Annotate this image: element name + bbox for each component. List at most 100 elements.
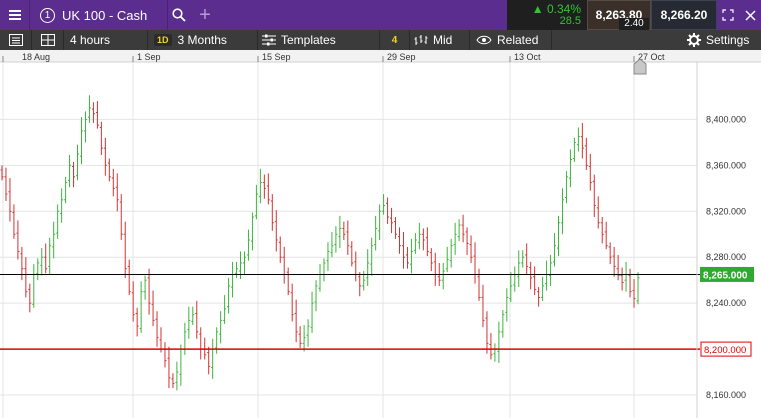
ohlc-bar — [429, 248, 433, 272]
ohlc-bar — [501, 310, 505, 338]
expand-icon — [722, 9, 734, 21]
ohlc-bar — [223, 295, 227, 324]
ohlc-bar — [346, 220, 350, 255]
ohlc-bars-icon — [414, 34, 428, 46]
close-icon — [744, 9, 756, 21]
expand-button[interactable] — [717, 0, 739, 30]
plus-icon: + — [199, 3, 211, 26]
ohlc-bar — [163, 342, 167, 368]
ohlc-bar — [326, 242, 330, 272]
ohlc-bar — [604, 221, 608, 250]
ohlc-bar — [409, 238, 413, 274]
add-instrument-button[interactable]: + — [190, 0, 220, 30]
ohlc-bar — [481, 284, 485, 328]
chart-grid — [0, 62, 697, 418]
ohlc-bar — [155, 311, 159, 347]
ohlc-bar — [199, 327, 203, 360]
interval-selector[interactable]: 4 hours — [64, 30, 148, 50]
ohlc-bar — [628, 268, 632, 298]
ohlc-bar — [485, 311, 489, 354]
price-axis: 8,400.000 8,360.000 8,320.000 8,280.000 8,24… — [696, 62, 746, 418]
menu-button[interactable] — [0, 0, 30, 30]
ohlc-bar — [32, 264, 36, 308]
ohlc-bar — [612, 246, 616, 277]
ohlc-bar — [8, 177, 12, 222]
price-tick-label: 8,240.000 — [706, 298, 746, 308]
ohlc-bar — [187, 306, 191, 339]
time-label: 29 Sep — [387, 52, 416, 62]
ohlc-bar — [449, 238, 453, 268]
templates-button[interactable]: Templates — [258, 30, 380, 50]
ohlc-bar — [318, 264, 322, 292]
ohlc-bar — [231, 261, 235, 298]
ohlc-bar — [262, 174, 266, 199]
change-points: 28.5 — [559, 15, 581, 27]
ohlc-bar — [95, 101, 99, 129]
ohlc-bar — [588, 153, 592, 191]
settings-button[interactable]: Settings — [681, 30, 761, 50]
related-button[interactable]: Related — [470, 30, 552, 50]
current-price-label: 8,265.000 — [703, 270, 748, 281]
time-axis: 18 Aug 1 Sep 15 Sep 29 Sep 13 Oct 27 Oct — [0, 50, 761, 75]
ohlc-bar — [270, 194, 274, 231]
price-change: ▲ 0.34% 28.5 — [507, 0, 587, 30]
templates-count-badge: 4 — [380, 30, 410, 50]
ohlc-bar — [294, 299, 298, 343]
price-tick-label: 8,360.000 — [706, 160, 746, 170]
close-button[interactable] — [739, 0, 761, 30]
time-label: 18 Aug — [22, 52, 50, 62]
ohlc-bar — [322, 258, 326, 282]
instrument-selector[interactable]: 1 UK 100 - Cash — [30, 0, 168, 30]
buy-price-button[interactable]: 8,266.20 — [651, 0, 717, 30]
ohlc-bar — [80, 117, 83, 165]
ohlc-bar — [83, 111, 87, 143]
ohlc-bar — [235, 261, 239, 278]
ohlc-bar — [636, 272, 640, 305]
search-icon — [172, 8, 186, 22]
ohlc-bar — [147, 268, 151, 315]
time-label: 1 Sep — [137, 52, 161, 62]
ohlc-bar — [151, 290, 155, 327]
ohlc-bar — [592, 174, 596, 218]
ohlc-bar — [250, 212, 254, 251]
ohlc-bar — [219, 311, 223, 344]
chart-canvas[interactable]: 18 Aug 1 Sep 15 Sep 29 Sep 13 Oct 27 Oct 8,20… — [0, 50, 761, 418]
ohlc-bar — [286, 267, 290, 296]
ohlc-bar — [465, 227, 469, 255]
price-lines: 8,200.000 8,265.000 — [0, 266, 754, 357]
ohlc-bar — [135, 307, 139, 337]
ohlc-bar — [620, 267, 624, 291]
period-selector[interactable]: 1D 3 Months — [148, 30, 258, 50]
ohlc-bar — [441, 262, 445, 290]
ohlc-bar — [20, 246, 24, 281]
ohlc-bar — [378, 204, 382, 240]
chart-list-button[interactable] — [0, 30, 32, 50]
ohlc-bar — [143, 275, 147, 300]
grid-layout-icon — [40, 34, 55, 46]
ohlc-bar — [290, 283, 294, 322]
ohlc-bar — [549, 254, 553, 286]
ohlc-bars — [0, 95, 640, 391]
ohlc-bar — [401, 231, 405, 269]
ohlc-bar — [413, 233, 417, 254]
ohlc-bar — [68, 155, 72, 188]
ohlc-bar — [60, 188, 64, 223]
change-percent: ▲ 0.34% — [531, 2, 581, 16]
price-tick-label: 8,400.000 — [706, 114, 746, 124]
layout-button[interactable] — [32, 30, 64, 50]
ohlc-bar — [167, 346, 171, 389]
ohlc-bar — [211, 338, 215, 379]
ohlc-bar — [421, 228, 425, 251]
search-button[interactable] — [168, 0, 190, 30]
ohlc-bar — [580, 122, 584, 159]
gear-icon — [687, 33, 701, 47]
price-type-selector[interactable]: Mid — [410, 30, 470, 50]
price-chart[interactable]: 18 Aug 1 Sep 15 Sep 29 Sep 13 Oct 27 Oct 8,20… — [0, 50, 761, 418]
ohlc-bar — [445, 246, 449, 273]
ohlc-bar — [338, 215, 342, 249]
ohlc-bar — [258, 168, 262, 204]
up-arrow-icon: ▲ — [531, 2, 544, 16]
ohlc-bar — [127, 259, 131, 296]
ohlc-bar — [533, 266, 537, 296]
ohlc-bar — [417, 222, 421, 250]
